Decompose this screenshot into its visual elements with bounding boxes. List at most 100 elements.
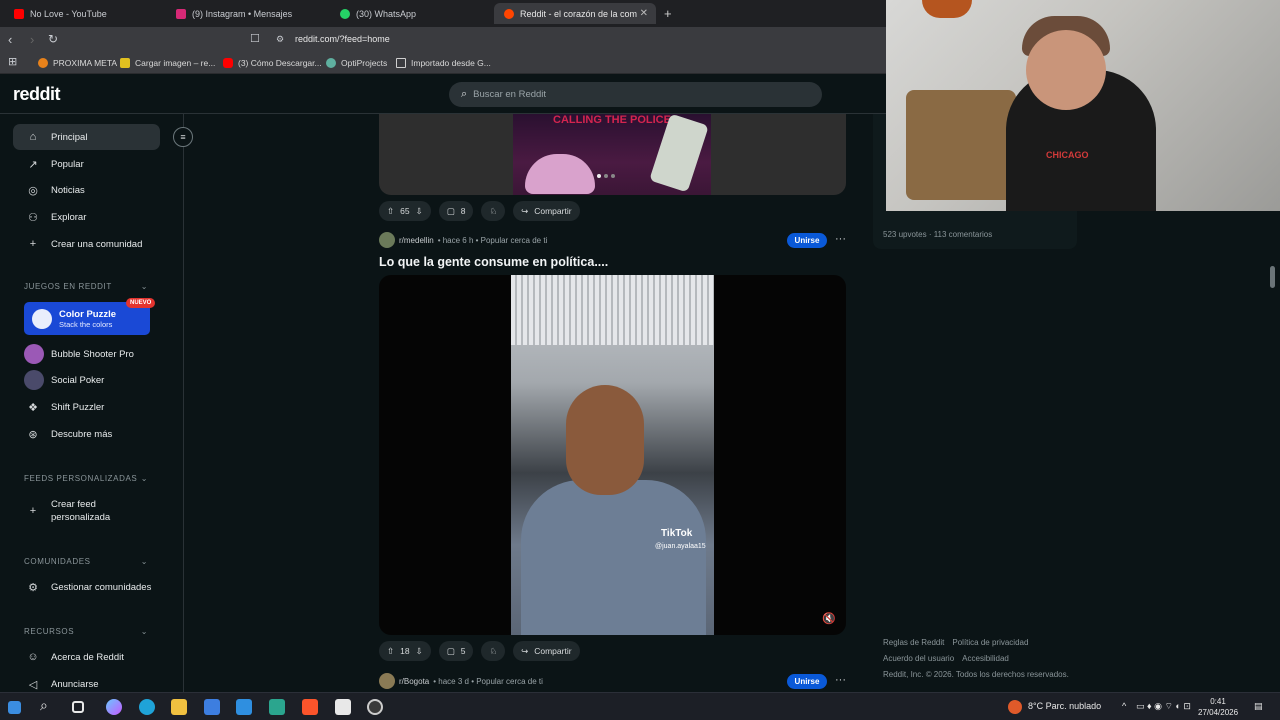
sidebar-game-shift-puzzler[interactable]: ❖ Shift Puzzler: [13, 394, 160, 420]
bookmark-cargar-imagen[interactable]: Cargar imagen – re...: [120, 58, 215, 68]
apps-grid-icon[interactable]: ⊞: [8, 55, 17, 68]
comments-button[interactable]: ▢ 8: [438, 201, 474, 221]
system-clock[interactable]: 0:41 27/04/2026: [1198, 696, 1238, 718]
more-options-icon[interactable]: ···: [835, 674, 846, 686]
reddit-logo[interactable]: reddit: [13, 84, 61, 105]
join-button[interactable]: Unirse: [787, 674, 827, 689]
tab-youtube[interactable]: No Love - YouTube: [4, 3, 164, 24]
reddit-icon: [504, 8, 514, 19]
weather-text[interactable]: 8°C Parc. nublado: [1028, 701, 1101, 711]
game-subtitle: Stack the colors: [59, 319, 113, 329]
site-info-icon[interactable]: ⚙: [276, 34, 284, 45]
about-reddit[interactable]: ☺ Acerca de Reddit: [13, 644, 160, 670]
sidebar-item-label: Noticias: [51, 184, 85, 196]
bookmark-label: Cargar imagen – re...: [135, 58, 216, 68]
youtube-icon: [223, 58, 233, 68]
back-icon[interactable]: ‹: [8, 32, 12, 47]
award-button[interactable]: ♘: [481, 201, 506, 221]
notifications-icon[interactable]: ▤: [1254, 701, 1263, 712]
store-icon[interactable]: [204, 699, 220, 715]
tab-instagram[interactable]: (9) Instagram • Mensajes: [166, 3, 326, 24]
video-building: [511, 275, 714, 345]
mail-icon[interactable]: [236, 699, 252, 715]
create-custom-feed[interactable]: + Crear feed personalizada: [13, 497, 160, 525]
sidebar-item-label: Gestionar comunidades: [51, 581, 152, 593]
upvote-icon[interactable]: ⇧: [387, 646, 394, 657]
games-section-header[interactable]: JUEGOS EN REDDIT ⌄: [24, 282, 148, 291]
subreddit-avatar[interactable]: [379, 232, 395, 248]
resources-section-header[interactable]: RECURSOS ⌄: [24, 627, 148, 636]
tray-icons[interactable]: ▭ ♦ ◉ ⌔ ◐ ⊡: [1136, 701, 1191, 712]
file-explorer-icon[interactable]: [171, 699, 187, 715]
tab-label: No Love - YouTube: [30, 8, 107, 19]
post-title[interactable]: Lo que la gente consume en política....: [379, 255, 608, 269]
join-button[interactable]: Unirse: [787, 233, 827, 248]
footer-link-user-agreement[interactable]: Acuerdo del usuario: [883, 654, 954, 663]
sidebar-game-bubble-shooter[interactable]: Bubble Shooter Pro: [13, 341, 160, 367]
task-view-icon[interactable]: [72, 701, 84, 713]
footer-links-row2: Acuerdo del usuario Accesibilidad: [883, 654, 1017, 663]
downvote-icon[interactable]: ⇩: [416, 646, 423, 657]
tab-whatsapp[interactable]: (30) WhatsApp: [330, 3, 490, 24]
custom-feeds-section-header[interactable]: FEEDS PERSONALIZADAS ⌄: [24, 474, 148, 483]
footer-link-accessibility[interactable]: Accesibilidad: [962, 654, 1009, 663]
bookmark-como-descargar[interactable]: (3) Cómo Descargar...: [223, 58, 322, 68]
brave-icon[interactable]: [302, 699, 318, 715]
bookmark-proxima-meta[interactable]: PROXIMA META: [38, 58, 117, 68]
post-media-gallery[interactable]: CALLING THE POLICE: [379, 114, 846, 195]
search-input[interactable]: ⌕ Buscar en Reddit: [449, 82, 822, 107]
downvote-icon[interactable]: ⇩: [416, 206, 423, 217]
more-options-icon[interactable]: ···: [835, 233, 846, 245]
video-frame: TikTok @juan.ayalaa15: [511, 275, 714, 635]
share-button[interactable]: ↪ Compartir: [513, 201, 580, 221]
sidebar-game-social-poker[interactable]: Social Poker: [13, 367, 160, 393]
puzzle-icon: ❖: [28, 401, 38, 414]
collapse-sidebar-button[interactable]: ≡: [173, 127, 193, 147]
upvote-icon[interactable]: ⇧: [387, 206, 394, 217]
close-tab-icon[interactable]: ✕: [640, 8, 648, 19]
obs-icon[interactable]: [367, 699, 383, 715]
communities-section-header[interactable]: COMUNIDADES ⌄: [24, 557, 148, 566]
tab-reddit[interactable]: Reddit - el corazón de la com ✕: [494, 3, 656, 24]
footer-link-rules[interactable]: Reglas de Reddit: [883, 638, 944, 647]
url-input[interactable]: reddit.com/?feed=home: [295, 34, 390, 44]
tray-chevron-icon[interactable]: ^: [1122, 701, 1126, 711]
award-button[interactable]: ♘: [481, 641, 506, 661]
capcut-icon[interactable]: [335, 699, 351, 715]
sidebar-item-principal[interactable]: ⌂ Principal: [13, 124, 160, 150]
bookmark-icon: [38, 58, 48, 68]
share-button[interactable]: ↪ Compartir: [513, 641, 580, 661]
sidebar-discover-more[interactable]: ⊛ Descubre más: [13, 421, 160, 447]
sidebar-item-crear-comunidad[interactable]: + Crear una comunidad: [13, 231, 160, 257]
bookmark-folder-importado[interactable]: Importado desde G...: [396, 58, 491, 68]
search-placeholder: Buscar en Reddit: [473, 89, 547, 100]
comments-button[interactable]: ▢ 5: [438, 641, 474, 661]
sidebar-item-label: Popular: [51, 158, 84, 170]
sidebar-item-popular[interactable]: ↗ Popular: [13, 151, 160, 177]
search-icon[interactable]: ⌕: [40, 697, 56, 713]
subreddit-avatar[interactable]: [379, 673, 395, 689]
subreddit-link[interactable]: r/medellin: [399, 236, 434, 245]
sidebar-item-explorar[interactable]: ⚇ Explorar: [13, 204, 160, 230]
manage-communities[interactable]: ⚙ Gestionar comunidades: [13, 574, 160, 600]
windows-taskbar: ⌕ 8°C Parc. nublado ^ ▭ ♦ ◉ ⌔ ◐ ⊡ 0:41 2…: [0, 692, 1280, 720]
reload-icon[interactable]: ↻: [48, 32, 58, 46]
bookmark-label: (3) Cómo Descargar...: [238, 58, 322, 68]
bookmark-icon[interactable]: ☐: [250, 32, 260, 45]
app-icon[interactable]: [269, 699, 285, 715]
post-video[interactable]: TikTok @juan.ayalaa15 🔇: [379, 275, 846, 635]
footer-links-row1: Reglas de Reddit Política de privacidad: [883, 638, 1036, 647]
page-scrollbar[interactable]: [1270, 266, 1275, 288]
footer-link-privacy[interactable]: Política de privacidad: [952, 638, 1028, 647]
gallery-dots[interactable]: [597, 174, 615, 178]
forward-icon[interactable]: ›: [30, 32, 34, 47]
bookmark-optiprojects[interactable]: OptiProjects: [326, 58, 387, 68]
sidebar-item-noticias[interactable]: ◎ Noticias: [13, 177, 160, 203]
subreddit-link[interactable]: r/Bogota: [399, 677, 429, 686]
copilot-icon[interactable]: [106, 699, 122, 715]
edge-icon[interactable]: [139, 699, 155, 715]
new-tab-button[interactable]: +: [664, 6, 672, 21]
mute-icon[interactable]: 🔇: [822, 612, 836, 625]
weather-icon[interactable]: [1008, 700, 1022, 714]
windows-icon[interactable]: [8, 701, 21, 714]
